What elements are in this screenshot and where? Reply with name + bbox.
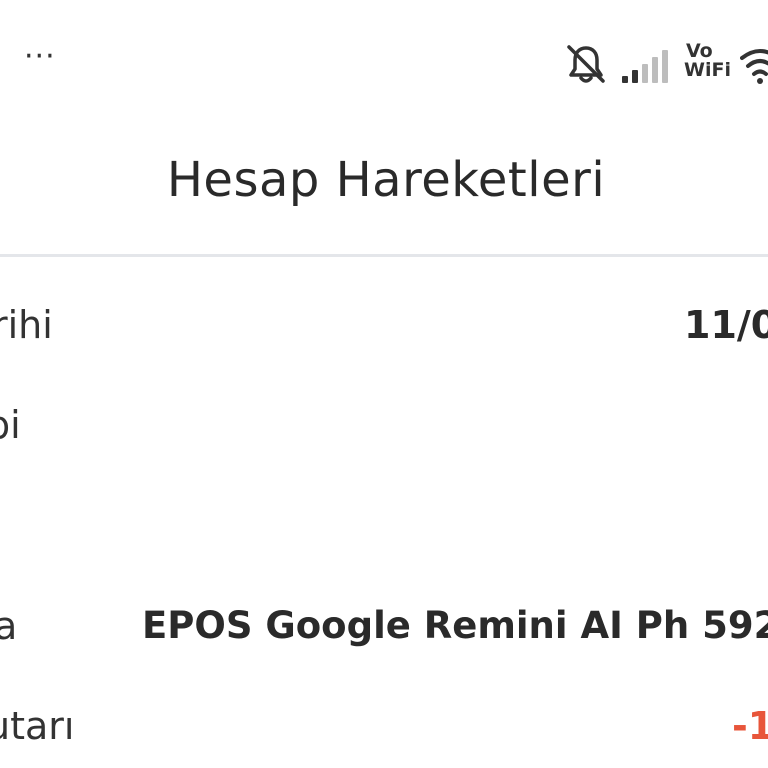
- vowifi-icon: Vo WiFi: [684, 40, 731, 81]
- header-divider: [0, 254, 768, 257]
- page-title: Hesap Hareketleri: [166, 152, 606, 208]
- signal-icon: [620, 48, 676, 88]
- transaction-amount-value: -1: [732, 704, 768, 748]
- more-dots-icon: ···: [24, 39, 56, 74]
- transaction-date-label: rihi: [0, 303, 53, 347]
- transaction-amount-label: utarı: [0, 704, 75, 748]
- transaction-description-label: a: [0, 604, 18, 648]
- transaction-description-value: EPOS Google Remini AI Ph 592: [142, 604, 768, 647]
- transaction-type-label: bi: [0, 403, 21, 447]
- status-bar: ··· Vo WiFi: [0, 0, 768, 110]
- bell-muted-icon: [564, 42, 608, 90]
- wifi-icon: [740, 44, 768, 90]
- screen: ··· Vo WiFi Hesap Hareketleri ihi 11/0 i…: [0, 0, 768, 768]
- transaction-date-value: 11/0: [684, 303, 768, 347]
